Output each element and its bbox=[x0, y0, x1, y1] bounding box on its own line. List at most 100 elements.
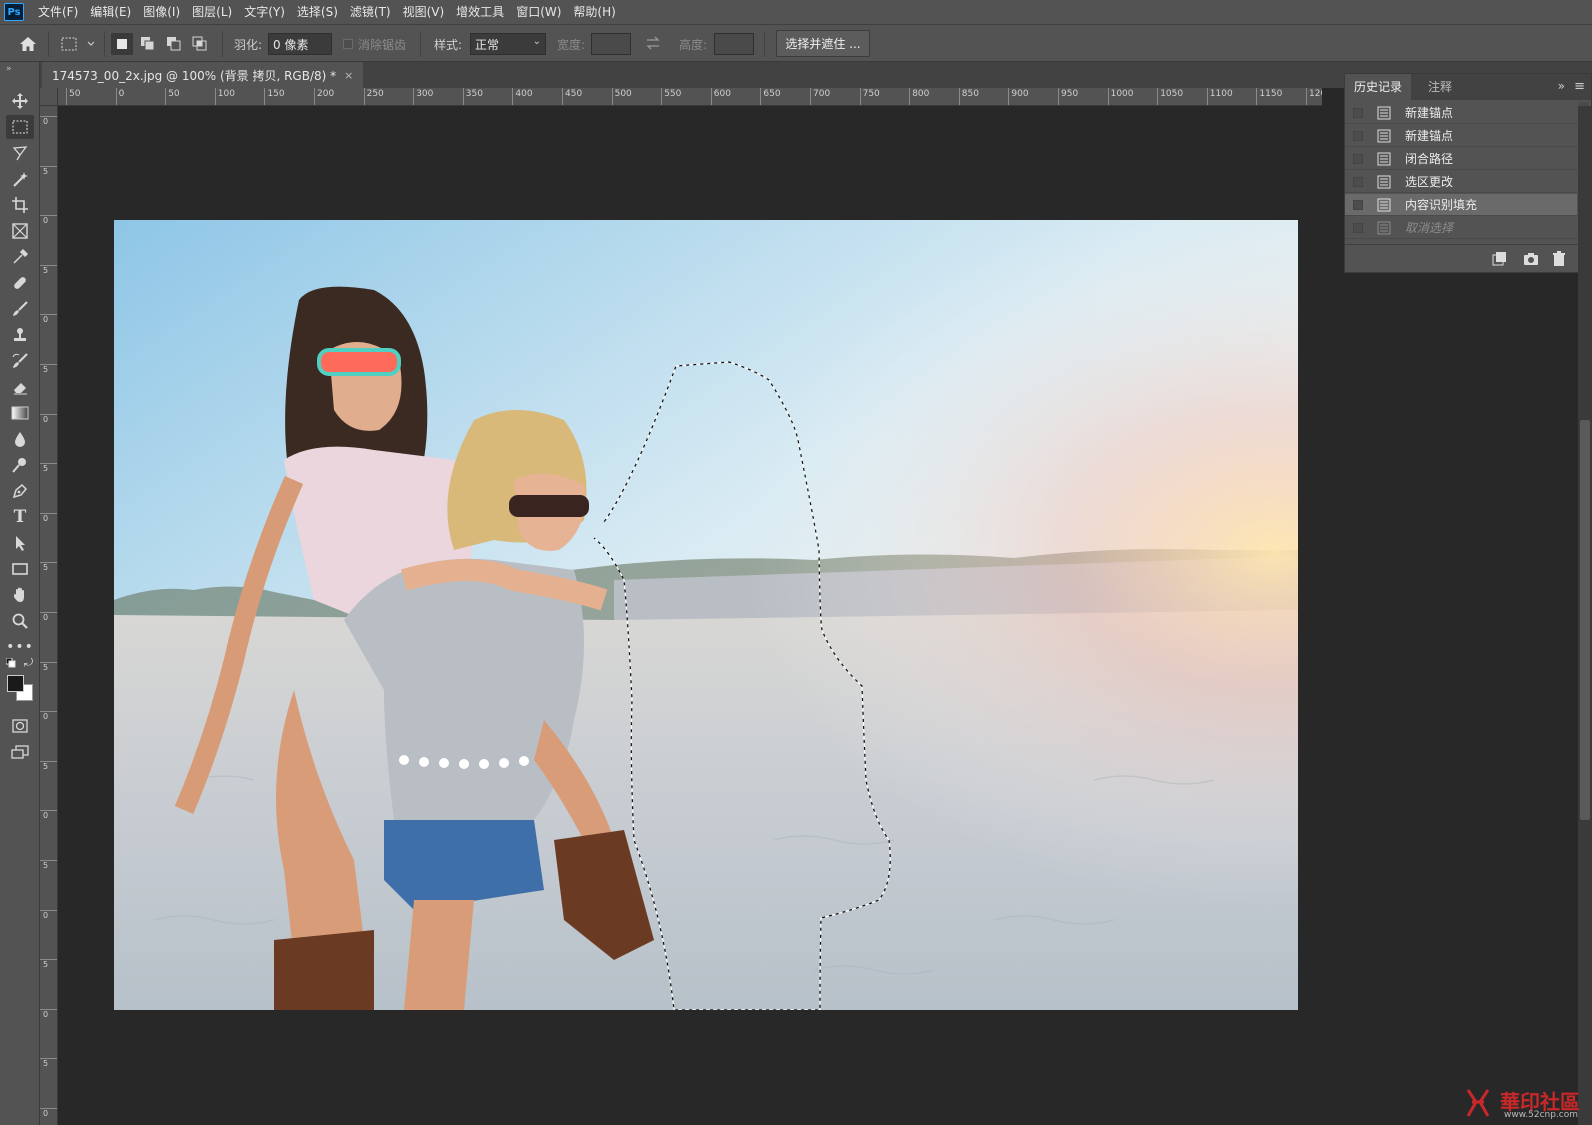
close-document-icon[interactable]: × bbox=[344, 69, 353, 82]
ruler-tick: 5 bbox=[40, 463, 57, 477]
ruler-tick: 900 bbox=[1008, 88, 1029, 105]
history-state-row[interactable]: 新建锚点 bbox=[1345, 102, 1577, 124]
swap-width-height-icon[interactable] bbox=[645, 35, 661, 54]
magic-wand-tool-icon[interactable] bbox=[6, 167, 34, 191]
type-tool-icon[interactable]: T bbox=[6, 505, 34, 529]
ruler-tick: 0 bbox=[40, 413, 57, 428]
tab-history[interactable]: 历史记录 bbox=[1345, 74, 1412, 100]
history-snapshot-checkbox[interactable] bbox=[1353, 153, 1363, 164]
expand-toolbar-icon[interactable]: » bbox=[6, 64, 12, 74]
menu-edit[interactable]: 编辑(E) bbox=[84, 0, 137, 24]
vertical-ruler[interactable]: 0 5 0 5 0 5 0 5 0 5 0 5 0 5 0 5 0 5 0 5 0 bbox=[40, 106, 58, 1125]
history-snapshot-checkbox[interactable] bbox=[1353, 199, 1363, 210]
ruler-tick: 5 bbox=[40, 264, 57, 279]
default-colors-icon[interactable] bbox=[5, 657, 16, 671]
history-state-icon bbox=[1377, 175, 1391, 188]
menu-layer[interactable]: 图层(L) bbox=[186, 0, 238, 24]
home-icon[interactable] bbox=[14, 32, 42, 56]
new-document-from-state-icon[interactable] bbox=[1491, 251, 1507, 267]
healing-brush-tool-icon[interactable] bbox=[6, 271, 34, 295]
menu-window[interactable]: 窗口(W) bbox=[510, 0, 567, 24]
select-and-mask-button[interactable]: 选择并遮住 ... bbox=[776, 30, 870, 57]
eyedropper-tool-icon[interactable] bbox=[6, 245, 34, 269]
ruler-tick: 0 bbox=[115, 88, 124, 105]
intersect-selection-button[interactable] bbox=[189, 33, 211, 55]
rectangle-tool-icon[interactable] bbox=[6, 557, 34, 581]
height-input[interactable] bbox=[714, 33, 754, 55]
feather-input[interactable]: 0 像素 bbox=[268, 33, 332, 55]
photoshop-logo-icon[interactable]: Ps bbox=[4, 3, 24, 21]
history-state-row[interactable]: 取消选择 bbox=[1345, 217, 1577, 239]
eraser-tool-icon[interactable] bbox=[6, 375, 34, 399]
ruler-tick: 50 bbox=[66, 88, 80, 105]
height-label: 高度: bbox=[679, 38, 708, 52]
history-snapshot-checkbox[interactable] bbox=[1353, 107, 1363, 118]
ruler-tick: 1150 bbox=[1256, 88, 1282, 105]
ruler-tick: 600 bbox=[710, 88, 731, 105]
history-state-row[interactable]: 闭合路径 bbox=[1345, 148, 1577, 170]
style-select-value: 正常 bbox=[475, 38, 500, 52]
quick-mask-icon[interactable] bbox=[6, 714, 34, 738]
options-bar: 羽化: 0 像素 消除锯齿 样式: 正常 ⌄ 宽度: 高度: 选择并遮住 ... bbox=[0, 24, 1592, 62]
clone-stamp-tool-icon[interactable] bbox=[6, 323, 34, 347]
trash-icon[interactable] bbox=[1551, 251, 1567, 267]
ruler-origin[interactable] bbox=[40, 88, 58, 106]
ruler-tick: 950 bbox=[1058, 88, 1078, 105]
history-snapshot-checkbox[interactable] bbox=[1353, 130, 1363, 141]
move-tool-icon[interactable] bbox=[6, 89, 34, 113]
new-selection-button[interactable] bbox=[111, 33, 133, 55]
frame-tool-icon[interactable] bbox=[6, 219, 34, 243]
ruler-tick: 800 bbox=[909, 88, 929, 105]
camera-icon[interactable] bbox=[1523, 251, 1539, 267]
menu-help[interactable]: 帮助(H) bbox=[567, 0, 621, 24]
blur-tool-icon[interactable] bbox=[6, 427, 34, 451]
history-brush-tool-icon[interactable] bbox=[6, 349, 34, 373]
history-state-label: 内容识别填充 bbox=[1405, 198, 1478, 212]
width-input[interactable] bbox=[591, 33, 631, 55]
foreground-color-swatch[interactable] bbox=[7, 675, 24, 692]
ruler-tick: 350 bbox=[462, 88, 483, 105]
add-to-selection-button[interactable] bbox=[137, 33, 159, 55]
rectangular-marquee-tool-icon[interactable] bbox=[6, 115, 34, 139]
menu-view[interactable]: 视图(V) bbox=[397, 0, 451, 24]
panel-menu-icon[interactable]: ≡ bbox=[1574, 79, 1585, 94]
tab-notes[interactable]: 注释 bbox=[1419, 74, 1461, 100]
history-state-label: 闭合路径 bbox=[1405, 152, 1454, 166]
lasso-tool-icon[interactable] bbox=[6, 141, 34, 165]
history-state-row[interactable]: 新建锚点 bbox=[1345, 125, 1577, 147]
path-selection-tool-icon[interactable] bbox=[6, 531, 34, 555]
history-snapshot-checkbox[interactable] bbox=[1353, 222, 1363, 233]
marquee-preset-picker[interactable] bbox=[58, 32, 98, 56]
horizontal-ruler[interactable]: 50 0 50 100 150 200 250 300 350 400 450 500 550 600 65… bbox=[58, 88, 1322, 106]
feather-label: 羽化: bbox=[234, 38, 263, 52]
menu-image[interactable]: 图像(I) bbox=[137, 0, 186, 24]
swap-colors-icon[interactable]: ⤾ bbox=[24, 656, 33, 670]
ruler-tick: 700 bbox=[810, 88, 830, 105]
menu-type[interactable]: 文字(Y) bbox=[238, 0, 291, 24]
menu-file[interactable]: 文件(F) bbox=[32, 0, 84, 24]
subtract-from-selection-button[interactable] bbox=[163, 33, 185, 55]
ruler-tick: 850 bbox=[958, 88, 979, 105]
canvas-scroll-thumb[interactable] bbox=[1580, 420, 1590, 820]
history-snapshot-checkbox[interactable] bbox=[1353, 176, 1363, 187]
document-image[interactable] bbox=[114, 220, 1298, 1010]
dodge-tool-icon[interactable] bbox=[6, 453, 34, 477]
gradient-tool-icon[interactable] bbox=[6, 401, 34, 425]
history-state-row[interactable]: 内容识别填充 bbox=[1345, 194, 1577, 216]
crop-tool-icon[interactable] bbox=[6, 193, 34, 217]
hand-tool-icon[interactable] bbox=[6, 583, 34, 607]
pen-tool-icon[interactable] bbox=[6, 479, 34, 503]
brush-tool-icon[interactable] bbox=[6, 297, 34, 321]
menu-plugins[interactable]: 增效工具 bbox=[450, 0, 510, 24]
history-footer bbox=[1345, 244, 1591, 272]
antialias-checkbox[interactable] bbox=[343, 39, 353, 49]
zoom-tool-icon[interactable] bbox=[6, 609, 34, 633]
document-tab[interactable]: 174573_00_2x.jpg @ 100% (背景 拷贝, RGB/8) *… bbox=[42, 62, 364, 88]
menu-filter[interactable]: 滤镜(T) bbox=[344, 0, 397, 24]
menu-select[interactable]: 选择(S) bbox=[291, 0, 344, 24]
history-state-row[interactable]: 选区更改 bbox=[1345, 171, 1577, 193]
style-select[interactable]: 正常 ⌄ bbox=[470, 33, 546, 55]
collapse-panel-icon[interactable]: » bbox=[1558, 79, 1565, 93]
screen-mode-icon[interactable] bbox=[6, 740, 34, 764]
ruler-tick: 1200 bbox=[1306, 88, 1322, 105]
